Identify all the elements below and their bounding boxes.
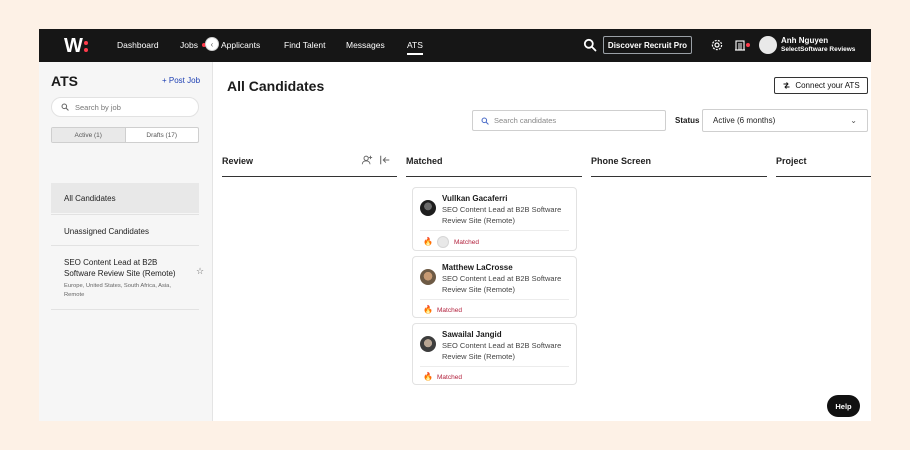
brand-logo[interactable]: W [64, 34, 88, 57]
sidebar-item-unassigned[interactable]: Unassigned Candidates [51, 227, 199, 236]
column-matched-underline [406, 176, 582, 177]
candidate-card[interactable]: Matthew LaCrosse SEO Content Lead at B2B… [412, 256, 577, 318]
sidebar-item-all-candidates[interactable]: All Candidates [51, 183, 199, 213]
connect-ats-label: Connect your ATS [795, 81, 860, 90]
column-review-underline [222, 176, 397, 177]
status-select[interactable]: Active (6 months) ⌄ [702, 109, 868, 132]
sidebar-title: ATS [51, 73, 78, 89]
collapse-column-icon[interactable] [379, 154, 391, 168]
nav-messages[interactable]: Messages [346, 40, 385, 50]
job-search-input[interactable]: Search by job [51, 97, 199, 117]
status-label: Status [675, 116, 700, 125]
building-icon[interactable] [733, 38, 747, 52]
candidate-avatar [420, 200, 436, 216]
chevron-left-icon: ‹ [210, 39, 214, 49]
assignee-avatar [437, 236, 449, 248]
column-matched: Matched [406, 156, 443, 166]
tab-active[interactable]: Active (1) [52, 128, 126, 142]
job-search-placeholder: Search by job [75, 102, 121, 112]
company-notification-dot [746, 43, 750, 47]
nav-jobs[interactable]: Jobs [180, 40, 206, 50]
candidate-card[interactable]: Vullkan Gacaferri SEO Content Lead at B2… [412, 187, 577, 251]
sidebar: ATS + Post Job Search by job Active (1) … [39, 62, 213, 421]
nav-applicants[interactable]: Applicants [221, 40, 260, 50]
collapse-sidebar-button[interactable]: ‹ [205, 37, 219, 51]
flame-icon: 🔥 [423, 237, 433, 246]
top-nav: W Dashboard Jobs Applicants Find Talent … [39, 29, 871, 62]
flame-icon: 🔥 [423, 372, 433, 381]
candidate-search-placeholder: Search candidates [494, 116, 557, 125]
user-name: Anh Nguyen [781, 36, 829, 45]
add-candidate-icon[interactable] [361, 154, 373, 168]
candidate-status: Matched [454, 239, 479, 246]
logo-dots [83, 40, 88, 52]
job-title: SEO Content Lead at B2B Software Review … [64, 258, 176, 278]
divider [420, 366, 569, 367]
chevron-down-icon: ⌄ [850, 116, 857, 125]
nav-dashboard[interactable]: Dashboard [117, 40, 159, 50]
flame-icon: 🔥 [423, 305, 433, 314]
candidate-status: Matched [437, 374, 462, 381]
page-title: All Candidates [227, 78, 325, 94]
candidate-status: Matched [437, 307, 462, 314]
search-icon [481, 117, 489, 125]
user-company: SelectSoftware Reviews [781, 46, 856, 53]
search-icon[interactable] [583, 38, 597, 52]
connect-icon [783, 82, 790, 89]
post-job-link[interactable]: + Post Job [162, 76, 200, 85]
review-column-actions [361, 154, 391, 168]
job-status-tabs: Active (1) Drafts (17) [51, 127, 199, 143]
candidate-card[interactable]: Sawailal Jangid SEO Content Lead at B2B … [412, 323, 577, 385]
nav-jobs-label: Jobs [180, 40, 198, 50]
logo-letter: W [64, 34, 83, 57]
column-phone-screen-underline [591, 176, 767, 177]
app-window: W Dashboard Jobs Applicants Find Talent … [39, 29, 871, 421]
candidate-avatar [420, 336, 436, 352]
discover-recruit-pro-button[interactable]: Discover Recruit Pro [603, 36, 692, 54]
star-icon[interactable]: ☆ [196, 266, 204, 277]
candidate-search-input[interactable]: Search candidates [472, 110, 666, 131]
gear-icon[interactable] [710, 38, 724, 52]
column-review: Review [222, 156, 254, 166]
sidebar-item-job[interactable]: SEO Content Lead at B2B Software Review … [51, 257, 204, 303]
divider [51, 214, 199, 215]
candidate-name: Sawailal Jangid [442, 330, 502, 339]
divider [51, 245, 199, 246]
column-phone-screen: Phone Screen [591, 156, 652, 166]
column-project-underline [776, 176, 871, 177]
divider [420, 299, 569, 300]
candidate-name: Matthew LaCrosse [442, 263, 513, 272]
job-locations: Europe, United States, South Africa, Asi… [64, 283, 171, 298]
user-avatar[interactable] [759, 36, 777, 54]
search-icon [61, 103, 69, 111]
nav-find-talent[interactable]: Find Talent [284, 40, 325, 50]
nav-ats[interactable]: ATS [407, 40, 423, 55]
connect-ats-button[interactable]: Connect your ATS [774, 77, 868, 94]
candidate-role: SEO Content Lead at B2B Software Review … [442, 205, 562, 225]
candidate-avatar [420, 269, 436, 285]
divider [51, 309, 199, 310]
candidate-role: SEO Content Lead at B2B Software Review … [442, 274, 562, 294]
tab-drafts[interactable]: Drafts (17) [126, 128, 199, 142]
candidate-role: SEO Content Lead at B2B Software Review … [442, 341, 562, 361]
column-project: Project [776, 156, 807, 166]
status-value: Active (6 months) [713, 116, 776, 125]
divider [420, 230, 569, 231]
candidate-name: Vullkan Gacaferri [442, 194, 508, 203]
help-button[interactable]: Help [827, 395, 860, 417]
user-menu[interactable]: Anh Nguyen SelectSoftware Reviews [781, 36, 855, 54]
